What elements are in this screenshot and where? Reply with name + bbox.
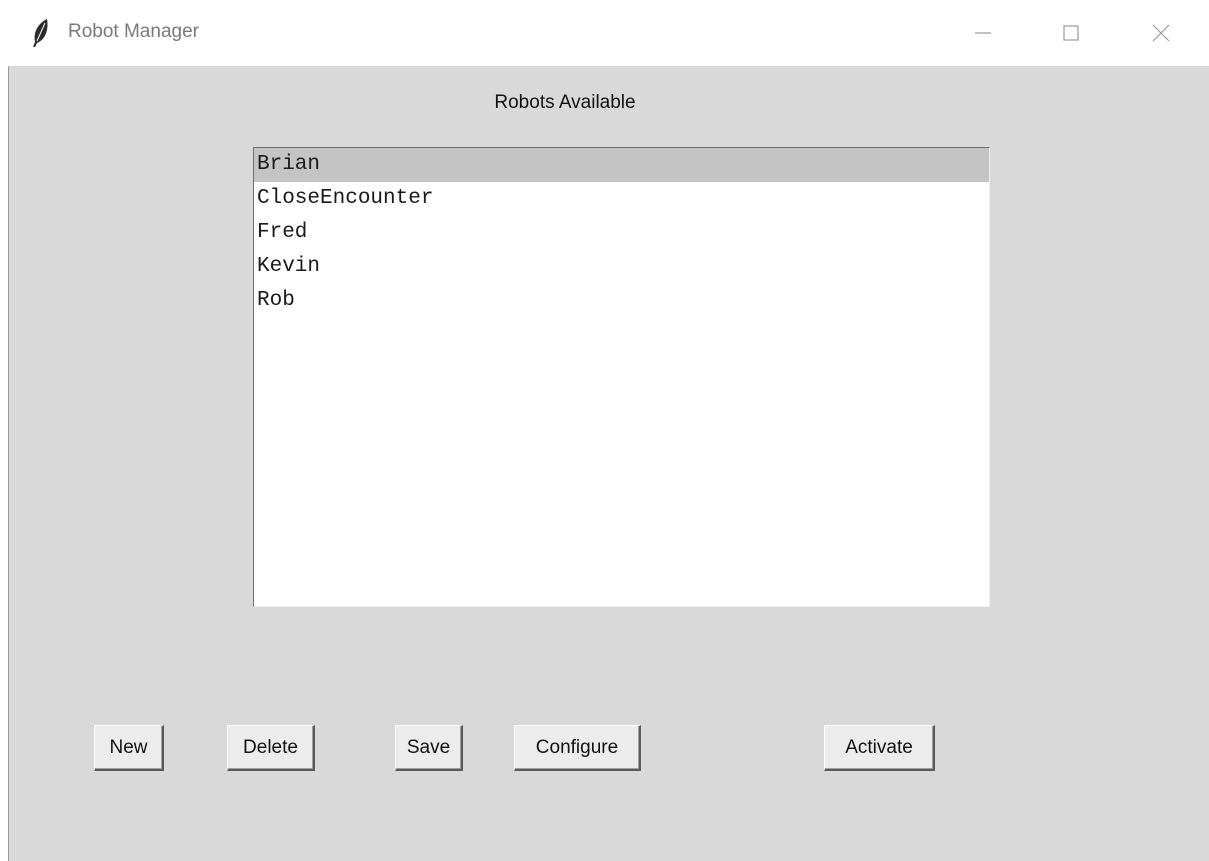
new-button[interactable]: New bbox=[94, 725, 164, 771]
save-button[interactable]: Save bbox=[395, 725, 463, 771]
minimize-button[interactable] bbox=[956, 0, 1010, 66]
close-button[interactable] bbox=[1134, 0, 1188, 66]
close-icon bbox=[1150, 22, 1172, 44]
robots-listbox[interactable]: Brian CloseEncounter Fred Kevin Rob bbox=[253, 147, 990, 607]
robot-list-item[interactable]: Kevin bbox=[254, 250, 989, 284]
robot-manager-window: Robot Manager Robots Available Brian Clo… bbox=[0, 0, 1209, 861]
maximize-icon bbox=[1061, 23, 1081, 43]
minimize-icon bbox=[973, 23, 993, 43]
robot-list-item[interactable]: Fred bbox=[254, 216, 989, 250]
left-window-edge bbox=[0, 0, 9, 861]
feather-icon bbox=[28, 18, 54, 48]
robot-list-item[interactable]: CloseEncounter bbox=[254, 182, 989, 216]
maximize-button[interactable] bbox=[1044, 0, 1098, 66]
robots-available-heading: Robots Available bbox=[494, 92, 636, 113]
configure-button[interactable]: Configure bbox=[514, 725, 641, 771]
activate-button[interactable]: Activate bbox=[824, 725, 935, 771]
delete-button[interactable]: Delete bbox=[227, 725, 315, 771]
title-bar[interactable]: Robot Manager bbox=[0, 0, 1209, 66]
window-title: Robot Manager bbox=[68, 21, 199, 42]
robot-list-item[interactable]: Rob bbox=[254, 284, 989, 318]
robot-list-item[interactable]: Brian bbox=[254, 148, 989, 182]
